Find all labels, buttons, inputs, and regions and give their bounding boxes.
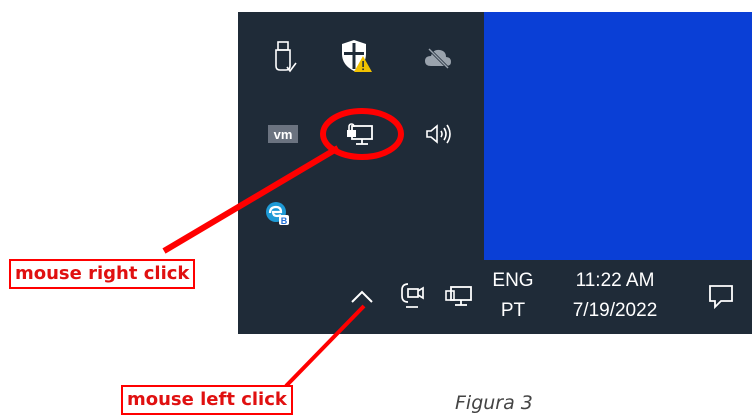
annotation-overlay <box>162 108 404 388</box>
left-click-callout: mouse left click <box>121 385 293 415</box>
figure-caption: Figura 3 <box>455 392 533 414</box>
left-click-pointer-line <box>284 304 366 388</box>
right-click-pointer-line <box>162 145 340 254</box>
right-click-callout: mouse right click <box>9 259 196 289</box>
